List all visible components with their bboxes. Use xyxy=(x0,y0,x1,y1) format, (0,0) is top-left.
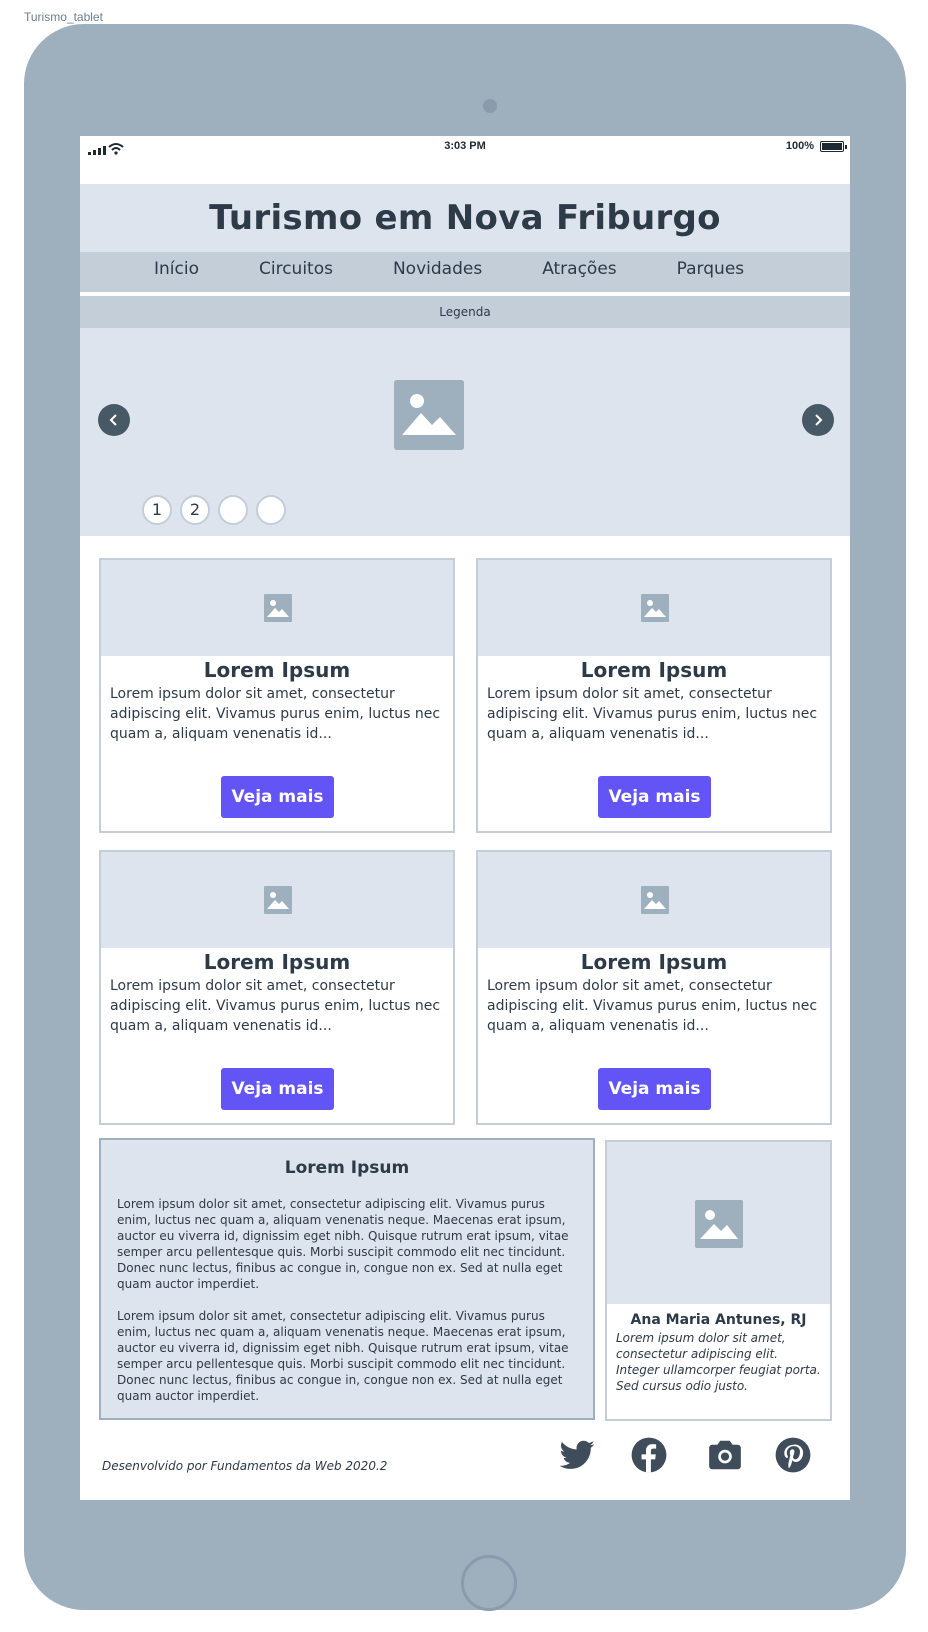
carousel-dot-4[interactable] xyxy=(256,495,286,525)
nav-item-parques[interactable]: Parques xyxy=(677,252,744,292)
status-bar: 3:03 PM 100% xyxy=(80,136,850,184)
see-more-button[interactable]: Veja mais xyxy=(221,1068,334,1110)
battery-icon xyxy=(820,141,847,152)
nav-item-novidades[interactable]: Novidades xyxy=(393,252,482,292)
twitter-icon[interactable] xyxy=(558,1436,596,1474)
testimonial-card: Ana Maria Antunes, RJ Lorem ipsum dolor … xyxy=(605,1140,832,1421)
carousel-next-button[interactable] xyxy=(802,404,834,436)
carousel-caption: Legenda xyxy=(80,296,850,328)
content-card: Lorem Ipsum Lorem ipsum dolor sit amet, … xyxy=(476,850,832,1125)
card-text: Lorem ipsum dolor sit amet, consectetur … xyxy=(110,686,441,742)
status-time: 3:03 PM xyxy=(444,140,486,152)
main-nav: Início Circuitos Novidades Atrações Parq… xyxy=(80,252,850,292)
pinterest-icon[interactable] xyxy=(774,1436,812,1474)
article-paragraph: Lorem ipsum dolor sit amet, consectetur … xyxy=(117,1309,569,1403)
carousel-pagination: 1 2 xyxy=(142,495,286,525)
nav-item-atracoes[interactable]: Atrações xyxy=(542,252,616,292)
see-more-button[interactable]: Veja mais xyxy=(598,1068,711,1110)
camera-dot xyxy=(483,99,497,113)
carousel-dot-2[interactable]: 2 xyxy=(180,495,210,525)
card-title: Lorem Ipsum xyxy=(203,950,351,974)
site-title: Turismo em Nova Friburgo xyxy=(209,198,721,238)
image-placeholder-icon xyxy=(264,886,292,914)
content-card: Lorem Ipsum Lorem ipsum dolor sit amet, … xyxy=(99,850,455,1125)
tablet-screen: 3:03 PM 100% Turismo em Nova Friburgo In… xyxy=(80,136,850,1500)
site-header: Turismo em Nova Friburgo xyxy=(80,184,850,252)
image-placeholder-icon xyxy=(264,594,292,622)
carousel-dot-1[interactable]: 1 xyxy=(142,495,172,525)
carousel-prev-button[interactable] xyxy=(98,404,130,436)
card-text: Lorem ipsum dolor sit amet, consectetur … xyxy=(487,978,818,1034)
card-title: Lorem Ipsum xyxy=(580,658,728,682)
nav-item-circuitos[interactable]: Circuitos xyxy=(259,252,333,292)
see-more-button[interactable]: Veja mais xyxy=(598,776,711,818)
home-button[interactable] xyxy=(461,1555,517,1611)
content-card: Lorem Ipsum Lorem ipsum dolor sit amet, … xyxy=(99,558,455,833)
facebook-icon[interactable] xyxy=(630,1436,668,1474)
image-placeholder-icon xyxy=(641,886,669,914)
article-paragraph: Lorem ipsum dolor sit amet, consectetur … xyxy=(117,1197,569,1291)
card-title: Lorem Ipsum xyxy=(580,950,728,974)
camera-icon[interactable] xyxy=(706,1436,744,1474)
card-image xyxy=(478,560,830,656)
chevron-left-icon xyxy=(109,414,117,426)
card-text: Lorem ipsum dolor sit amet, consectetur … xyxy=(110,978,441,1034)
testimonial-image xyxy=(607,1142,830,1304)
frame-label: Turismo_tablet xyxy=(24,10,103,24)
nav-item-inicio[interactable]: Início xyxy=(154,252,199,292)
testimonial-author: Ana Maria Antunes, RJ xyxy=(630,1312,807,1328)
card-image xyxy=(101,560,453,656)
featured-article: Lorem Ipsum Lorem ipsum dolor sit amet, … xyxy=(99,1138,595,1420)
image-carousel: 1 2 xyxy=(80,328,850,536)
see-more-button[interactable]: Veja mais xyxy=(221,776,334,818)
card-image xyxy=(478,852,830,948)
card-title: Lorem Ipsum xyxy=(203,658,351,682)
card-image xyxy=(101,852,453,948)
card-text: Lorem ipsum dolor sit amet, consectetur … xyxy=(487,686,818,742)
content-card: Lorem Ipsum Lorem ipsum dolor sit amet, … xyxy=(476,558,832,833)
image-placeholder-icon xyxy=(394,380,464,450)
article-title: Lorem Ipsum xyxy=(284,1158,410,1178)
chevron-right-icon xyxy=(815,414,823,426)
footer-credit: Desenvolvido por Fundamentos da Web 2020… xyxy=(102,1459,388,1473)
testimonial-quote: Lorem ipsum dolor sit amet, consectetur … xyxy=(616,1331,821,1393)
battery-percent: 100% xyxy=(785,140,814,152)
image-placeholder-icon xyxy=(695,1200,743,1248)
image-placeholder-icon xyxy=(641,594,669,622)
carousel-dot-3[interactable] xyxy=(218,495,248,525)
